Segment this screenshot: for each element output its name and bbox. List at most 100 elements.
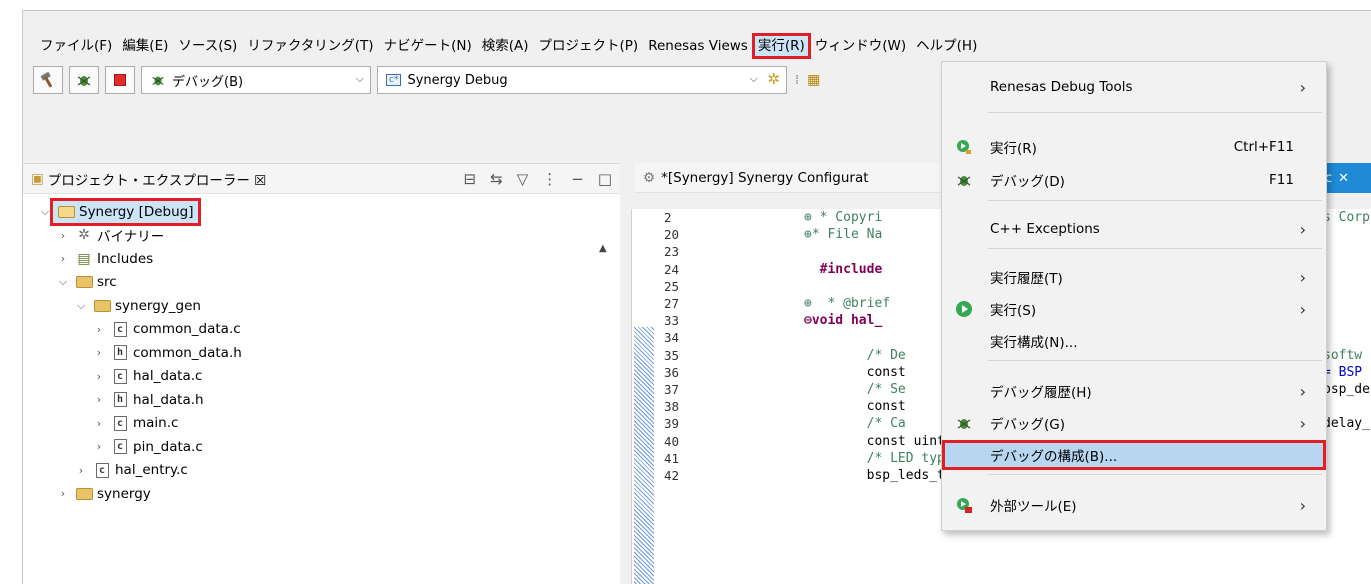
run-menu-item[interactable]: 外部ツール(E) › (942, 490, 1326, 520)
menu-item-4[interactable]: ナビゲート(N) (379, 34, 477, 58)
project-tree: ⌵ Synergy [Debug] › ✲ バイナリー › ▤ Includes ⌵ src ⌵ sy… (23, 197, 613, 506)
submenu-arrow-icon: › (1299, 77, 1306, 97)
tree-item[interactable]: › c common_data.c (23, 318, 613, 342)
run-menu-item[interactable]: 実行(S) › (942, 294, 1326, 324)
chevron-down-icon[interactable]: ⌵ (37, 205, 53, 219)
c-file-icon: c (111, 321, 129, 337)
code-line-fragment (1323, 450, 1370, 467)
chevron-right-icon[interactable]: › (55, 229, 71, 242)
tree-item[interactable]: › c hal_data.c (23, 365, 613, 389)
line-number: 33 (664, 313, 680, 329)
tree-item[interactable]: › ✲ バイナリー (23, 224, 613, 248)
line-number: 27 (664, 296, 680, 312)
submenu-arrow-icon: › (1299, 381, 1306, 401)
debug-bug-icon (954, 413, 974, 433)
chevron-right-icon[interactable]: › (55, 487, 71, 500)
line-number: 41 (664, 450, 680, 466)
tree-item[interactable]: ⌵ synergy_gen (23, 294, 613, 318)
tree-item[interactable]: › c main.c (23, 412, 613, 436)
menu-item-5[interactable]: 検索(A) (477, 34, 534, 58)
line-number: 25 (664, 278, 680, 294)
submenu-arrow-icon: › (1299, 495, 1306, 515)
toolbar-overflow-icon[interactable]: ▦ (807, 72, 820, 88)
run-menu-item-label: デバッグの構成(B)... (990, 449, 1118, 465)
run-menu-item[interactable]: 実行構成(N)... (942, 326, 1326, 356)
menu-item-1[interactable]: 編集(E) (117, 34, 173, 58)
chevron-right-icon[interactable]: › (91, 323, 107, 336)
editor-tab-synergy-config[interactable]: *[Synergy] Synergy Configurat (661, 170, 868, 186)
run-menu-item-label: 実行履歴(T) (990, 271, 1063, 287)
h-file-icon: h (111, 392, 129, 408)
tree-item[interactable]: › c hal_entry.c (23, 459, 613, 483)
close-icon[interactable]: ✕ (1338, 171, 1349, 186)
line-number: 23 (664, 244, 680, 260)
launch-config-select[interactable]: c* Synergy Debug ⌵ ✲ (377, 66, 787, 94)
debug-bug-icon (77, 76, 91, 86)
chevron-right-icon[interactable]: › (73, 464, 89, 477)
run-menu-item[interactable]: C++ Exceptions › (942, 214, 1326, 244)
menu-item-9[interactable]: ウィンドウ(W) (810, 34, 911, 58)
tree-item[interactable]: › h common_data.h (23, 341, 613, 365)
tree-item-label: Synergy [Debug] (79, 203, 194, 220)
tree-item-label: synergy_gen (115, 297, 201, 314)
submenu-arrow-icon: › (1299, 267, 1306, 287)
menu-separator (988, 360, 1322, 361)
run-menu-item[interactable]: デバッグの構成(B)... (942, 440, 1326, 470)
chevron-right-icon[interactable]: › (91, 346, 107, 359)
filter-icon[interactable]: ▽ (517, 170, 529, 188)
run-history-icon (954, 137, 974, 157)
menu-item-3[interactable]: リファクタリング(T) (242, 34, 378, 58)
launch-mode-select[interactable]: デバッグ(B) ⌵ (141, 66, 371, 94)
menu-item-6[interactable]: プロジェクト(P) (534, 34, 644, 58)
code-line-fragment: softw (1323, 347, 1363, 363)
line-number: 24 (664, 261, 680, 277)
tree-item[interactable]: › synergy (23, 482, 613, 506)
code-line-fragment: delay_ (1323, 416, 1370, 432)
menu-item-10[interactable]: ヘルプ(H) (911, 34, 982, 58)
collapse-all-icon[interactable]: ⊟ (464, 170, 477, 188)
submenu-arrow-icon: › (1299, 413, 1306, 433)
run-menu-item[interactable]: 実行履歴(T) › (942, 262, 1326, 292)
chevron-right-icon[interactable]: › (91, 370, 107, 383)
code-line-fragment: = BSP (1323, 364, 1363, 380)
run-menu-item[interactable]: デバッグ(D) F11 (942, 165, 1326, 195)
line-number: 34 (664, 330, 680, 346)
code-line-fragment (1323, 433, 1370, 450)
menu-item-2[interactable]: ソース(S) (173, 34, 242, 58)
minimize-icon[interactable]: − (571, 170, 584, 188)
link-with-editor-icon[interactable]: ⇆ (490, 170, 503, 188)
tree-item[interactable]: › h hal_data.h (23, 388, 613, 412)
chevron-right-icon[interactable]: › (55, 252, 71, 265)
chevron-down-icon[interactable]: ⌵ (55, 275, 71, 289)
tree-item[interactable]: ⌵ src (23, 271, 613, 295)
menu-item-8[interactable]: 実行(R) (751, 33, 811, 59)
scroll-up-arrow[interactable]: ▲ (599, 243, 607, 254)
terminate-button[interactable] (105, 66, 135, 94)
chevron-right-icon[interactable]: › (91, 393, 107, 406)
line-number: 38 (664, 399, 680, 415)
view-menu-icon[interactable]: ⋮ (542, 170, 557, 188)
ide-window: ファイル(F) 編集(E) ソース(S) リファクタリング(T) ナビゲート(N) 検索(… (22, 10, 1371, 584)
folder-icon (75, 486, 93, 502)
chevron-down-icon[interactable]: ⌵ (73, 299, 89, 313)
tree-item[interactable]: › ▤ Includes (23, 247, 613, 271)
chevron-right-icon[interactable]: › (91, 417, 107, 430)
c-file-icon: c (111, 415, 129, 431)
run-menu-item[interactable]: デバッグ履歴(H) › (942, 376, 1326, 406)
line-number: 40 (664, 433, 680, 449)
chevron-right-icon[interactable]: › (91, 440, 107, 453)
tree-item[interactable]: › c pin_data.c (23, 435, 613, 459)
run-menu-item-label: C++ Exceptions (990, 221, 1100, 237)
code-line-fragment: s Corp (1323, 210, 1370, 225)
debug-button[interactable] (69, 66, 99, 94)
menu-item-7[interactable]: Renesas Views (643, 34, 753, 58)
maximize-icon[interactable]: □ (598, 170, 612, 188)
run-menu-item[interactable]: Renesas Debug Tools › (942, 72, 1326, 102)
run-menu-item-label: デバッグ履歴(H) (990, 385, 1092, 401)
tree-item[interactable]: ⌵ Synergy [Debug] (23, 197, 613, 226)
run-menu-item-label: 実行構成(N)... (990, 335, 1078, 351)
run-menu-item[interactable]: 実行(R) Ctrl+F11 (942, 132, 1326, 162)
build-hammer-button[interactable] (33, 66, 63, 94)
run-menu-item[interactable]: デバッグ(G) › (942, 408, 1326, 438)
menu-item-0[interactable]: ファイル(F) (35, 34, 117, 58)
